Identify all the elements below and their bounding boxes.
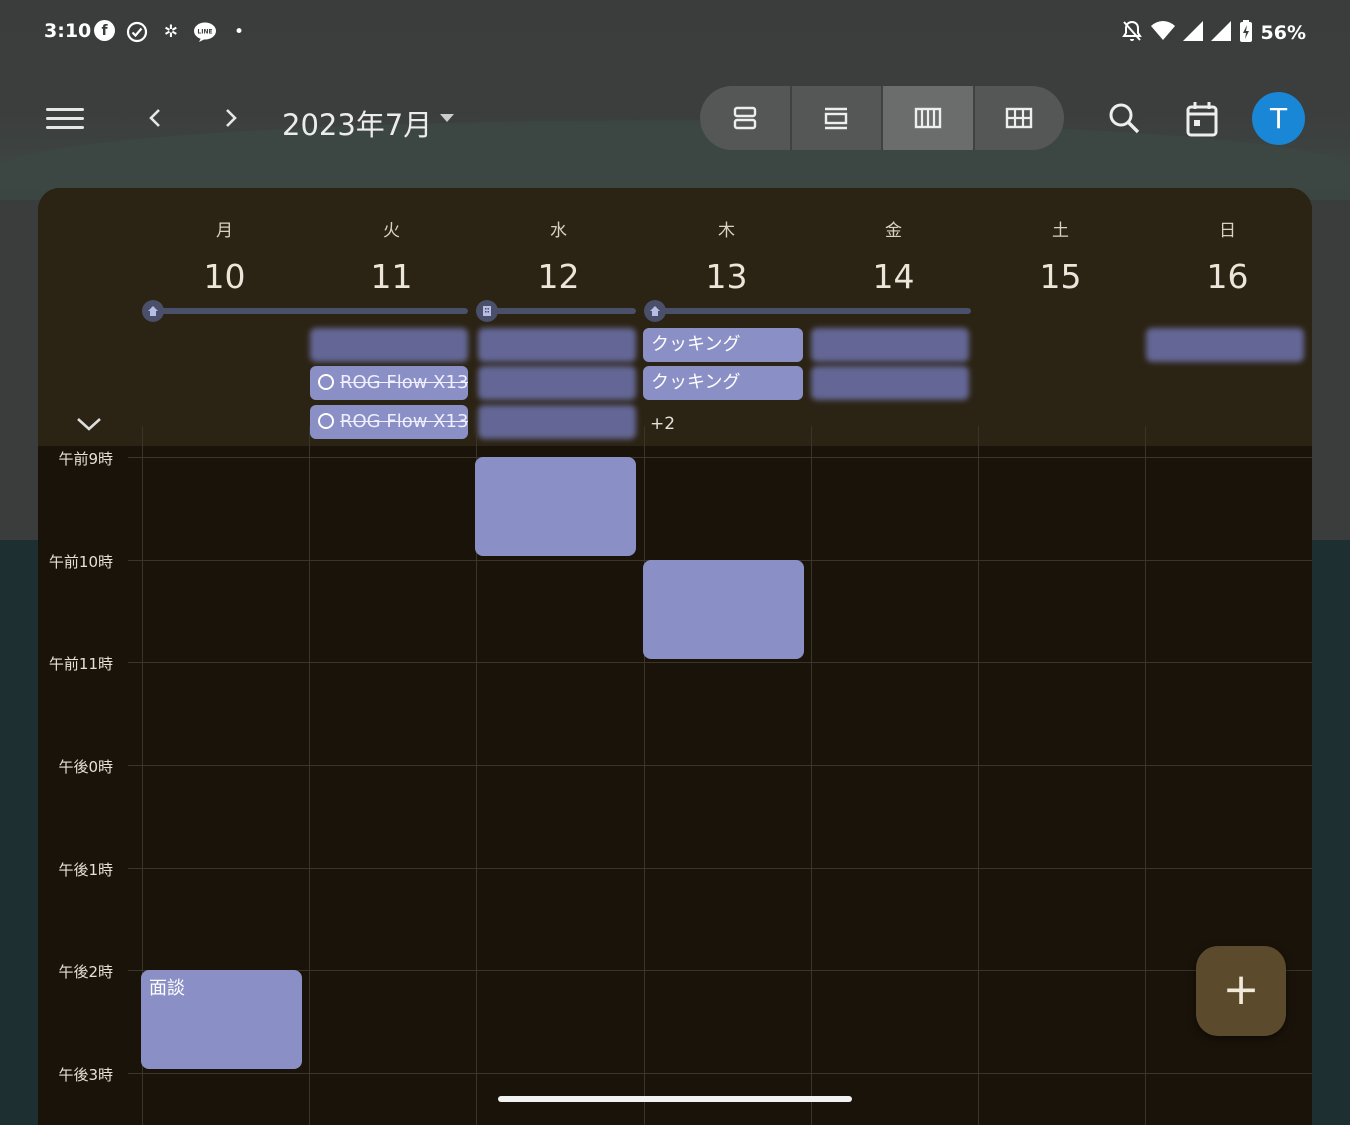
day-view-button[interactable] [792, 86, 883, 150]
chevron-down-icon [77, 418, 101, 431]
pinwheel-icon: ✲ [163, 22, 179, 42]
home-icon[interactable] [142, 300, 164, 322]
day-of-week: 火 [383, 221, 400, 241]
more-events-link[interactable]: +2 [650, 414, 675, 434]
account-avatar[interactable]: T [1252, 92, 1305, 145]
chevron-left-icon [149, 109, 160, 127]
all-day-event-blurred[interactable] [310, 328, 468, 362]
line-icon: LINE [193, 20, 217, 44]
battery-percent: 56% [1260, 22, 1306, 44]
day-view-icon [825, 107, 848, 130]
bell-off-icon [1121, 19, 1143, 47]
day-header-tue[interactable]: 火 11 [308, 188, 475, 296]
check-circle-icon [318, 373, 334, 390]
day-number: 10 [203, 257, 246, 296]
day-number: 11 [370, 257, 413, 296]
time-label: 午後0時 [58, 758, 113, 776]
week-calendar: 月 10 火 11 水 12 木 13 金 14 土 15 日 16 ROG F… [38, 188, 1312, 1125]
month-view-icon [1006, 107, 1033, 129]
wifi-icon [1150, 21, 1175, 45]
month-title[interactable]: 2023年7月 [282, 102, 432, 144]
office-icon[interactable] [476, 300, 498, 322]
timed-event-interview[interactable]: 面談 [141, 970, 302, 1069]
status-bar: 3:10 f ✲ LINE • 56% [0, 0, 1350, 64]
all-day-event[interactable]: クッキング [643, 328, 803, 362]
all-day-event-blurred[interactable] [811, 328, 969, 362]
task-chip[interactable]: ROG Flow X13 [310, 366, 468, 400]
all-day-event-blurred[interactable] [811, 366, 969, 400]
previous-week-button[interactable] [140, 100, 170, 136]
menu-icon [46, 108, 84, 111]
signal-icon [1210, 21, 1231, 45]
working-location-bar[interactable] [649, 308, 971, 314]
collapse-all-day-button[interactable] [74, 413, 104, 435]
working-location-bar[interactable] [148, 308, 468, 314]
week-header: 月 10 火 11 水 12 木 13 金 14 土 15 日 16 ROG F… [38, 188, 1312, 446]
day-of-week: 木 [718, 221, 735, 241]
calendar-today-icon [1186, 102, 1218, 137]
facebook-icon: f [94, 20, 115, 41]
next-week-button[interactable] [216, 100, 246, 136]
day-header-sun[interactable]: 日 16 [1144, 188, 1311, 296]
schedule-view-icon [733, 106, 756, 130]
background-left [0, 540, 40, 1125]
day-number: 12 [537, 257, 580, 296]
today-button[interactable] [1184, 100, 1220, 140]
day-number: 14 [872, 257, 915, 296]
all-day-event-blurred[interactable] [1146, 328, 1304, 362]
search-icon [1109, 103, 1140, 134]
day-of-week: 月 [216, 221, 233, 241]
all-day-event[interactable]: クッキング [643, 366, 803, 400]
day-number: 15 [1039, 257, 1082, 296]
dot-icon: • [233, 22, 245, 42]
background-right [1310, 540, 1350, 1125]
time-label: 午前11時 [48, 655, 113, 673]
time-label: 午後1時 [58, 861, 113, 879]
day-header-mon[interactable]: 月 10 [141, 188, 308, 296]
schedule-view-button[interactable] [700, 86, 792, 150]
status-time: 3:10 [44, 20, 92, 42]
menu-button[interactable] [46, 104, 84, 134]
notification-icons: f ✲ LINE • [94, 20, 251, 44]
all-day-event-blurred[interactable] [478, 405, 636, 439]
day-header-thu[interactable]: 木 13 [643, 188, 810, 296]
time-grid: 午前9時 午前10時 午前11時 午後0時 午後1時 午後2時 午後3時 面談 [38, 426, 1312, 1125]
home-icon[interactable] [644, 300, 666, 322]
day-number: 13 [705, 257, 748, 296]
signal-icon [1182, 21, 1203, 45]
search-button[interactable] [1106, 100, 1142, 136]
day-of-week: 水 [550, 221, 567, 241]
time-label: 午後2時 [58, 963, 113, 981]
week-view-icon [914, 107, 941, 129]
task-chip[interactable]: ROG Flow X13 | [310, 405, 468, 439]
home-indicator[interactable] [498, 1096, 852, 1102]
time-label: 午前9時 [58, 450, 113, 468]
working-location-bar[interactable] [482, 308, 636, 314]
month-view-button[interactable] [975, 86, 1065, 150]
check-circle-icon [125, 20, 149, 44]
timed-event-wed[interactable] [475, 457, 636, 556]
day-of-week: 土 [1052, 221, 1069, 241]
app-header: 2023年7月 T [0, 84, 1350, 154]
time-label: 午前10時 [48, 553, 113, 571]
battery-charging-icon [1239, 20, 1253, 46]
day-of-week: 日 [1219, 221, 1236, 241]
week-view-button[interactable] [883, 86, 975, 150]
day-header-fri[interactable]: 金 14 [810, 188, 977, 296]
view-switcher [700, 86, 1064, 150]
day-number: 16 [1206, 257, 1249, 296]
caret-down-icon[interactable] [440, 114, 454, 122]
line-badge: LINE [197, 29, 212, 36]
all-day-event-blurred[interactable] [478, 366, 636, 400]
create-event-button[interactable]: + [1196, 946, 1286, 1036]
chevron-right-icon [226, 109, 237, 127]
check-circle-icon [318, 412, 334, 429]
system-icons: 56% [1121, 19, 1306, 47]
time-label: 午後3時 [58, 1066, 113, 1084]
day-header-sat[interactable]: 土 15 [977, 188, 1144, 296]
timed-event-thu[interactable] [643, 560, 804, 659]
day-of-week: 金 [885, 221, 902, 241]
all-day-event-blurred[interactable] [478, 328, 636, 362]
day-header-wed[interactable]: 水 12 [475, 188, 642, 296]
